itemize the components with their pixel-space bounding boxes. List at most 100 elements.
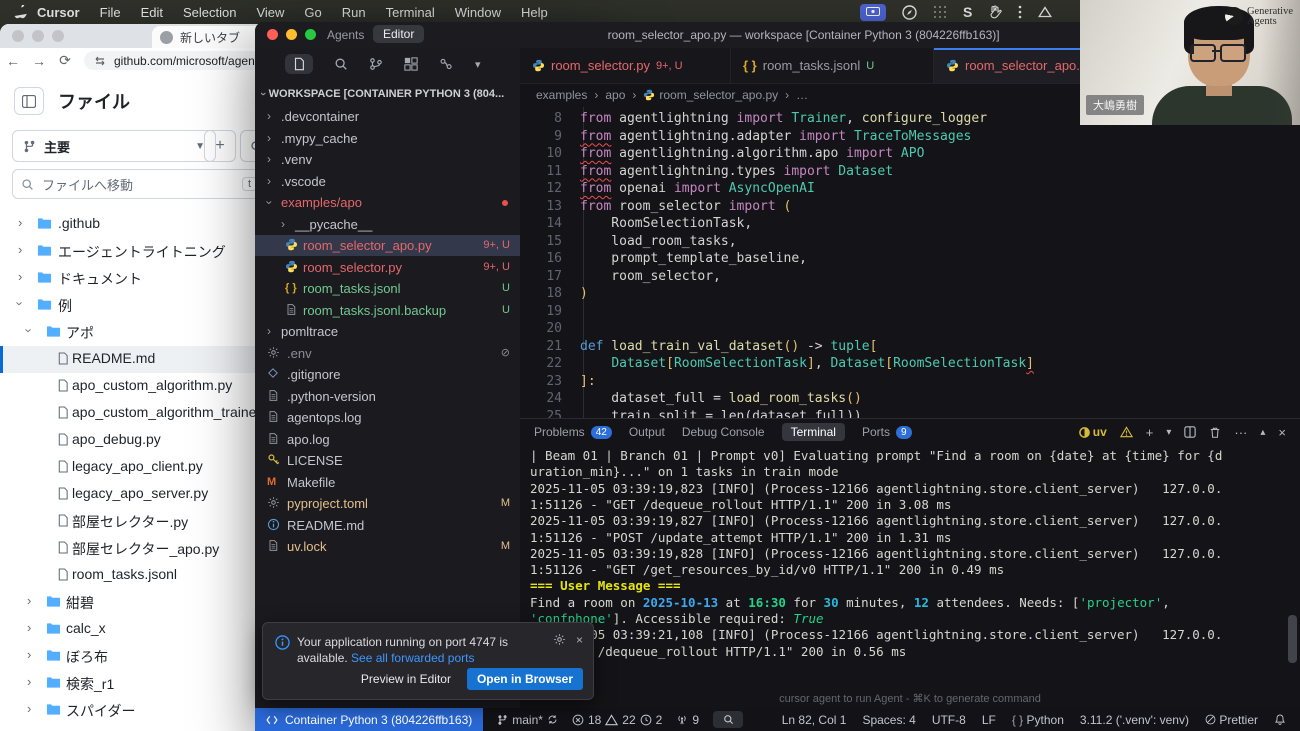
reload-button[interactable]: ⟳ <box>52 52 78 69</box>
source-control-icon[interactable] <box>369 57 383 71</box>
goto-file-input[interactable]: ファイルへ移動 t <box>12 169 266 199</box>
explorer-item-room_selector_apo.py[interactable]: room_selector_apo.py9+, U <box>255 235 520 256</box>
python-interpreter-indicator[interactable]: 3.11.2 ('.venv': venv) <box>1080 713 1189 727</box>
remote-agent-icon[interactable] <box>439 57 454 71</box>
menubar-item-selection[interactable]: Selection <box>183 5 236 20</box>
explorer-item-Makefile[interactable]: MMakefile <box>255 472 520 493</box>
close-window-button[interactable] <box>267 29 278 40</box>
close-window-button[interactable] <box>12 30 24 42</box>
browser-window-controls[interactable] <box>12 30 64 42</box>
dot-grid-icon[interactable] <box>933 5 947 19</box>
notifications-bell-icon[interactable] <box>1274 713 1286 726</box>
encoding-indicator[interactable]: UTF-8 <box>932 713 966 727</box>
explorer-item-room_selector.py[interactable]: room_selector.py9+, U <box>255 257 520 278</box>
statusbar-search-button[interactable] <box>713 711 743 728</box>
files-icon[interactable] <box>285 54 313 74</box>
indentation-indicator[interactable]: Spaces: 4 <box>862 713 915 727</box>
language-indicator[interactable]: { } Python <box>1012 713 1064 727</box>
explorer-item-.env[interactable]: .env⊘ <box>255 343 520 364</box>
forwarded-ports-link[interactable]: See all forwarded ports <box>351 651 474 665</box>
panel-tab-ports[interactable]: Ports9 <box>862 425 912 439</box>
explorer-item-pyproject.toml[interactable]: pyproject.tomlM <box>255 493 520 514</box>
notification-close-icon[interactable]: × <box>576 633 583 647</box>
chevron-down-icon[interactable]: ▾ <box>475 58 481 71</box>
line-col-indicator[interactable]: Ln 82, Col 1 <box>782 713 847 727</box>
explorer-item-agentops.log[interactable]: agentops.log <box>255 407 520 428</box>
explorer-item-.python-version[interactable]: .python-version <box>255 386 520 407</box>
s-logo-icon[interactable]: S <box>963 4 972 20</box>
menubar-item-run[interactable]: Run <box>342 5 366 20</box>
mode-tab-editor[interactable]: Editor <box>373 25 424 43</box>
terminal-scrollbar[interactable] <box>1288 615 1297 663</box>
explorer-item-uv.lock[interactable]: uv.lockM <box>255 536 520 557</box>
panel-tab-terminal[interactable]: Terminal <box>782 423 845 441</box>
hand-icon[interactable] <box>988 5 1002 19</box>
menubar-item-help[interactable]: Help <box>521 5 548 20</box>
explorer-item-.devcontainer[interactable]: ›.devcontainer <box>255 106 520 127</box>
maximize-panel-icon[interactable]: ▴ <box>1260 427 1265 438</box>
vscode-window-controls[interactable] <box>267 29 316 40</box>
triangle-icon[interactable] <box>1038 6 1052 18</box>
formatter-indicator[interactable]: Prettier <box>1205 713 1258 727</box>
panel-tab-output[interactable]: Output <box>629 425 665 439</box>
panel-tab-problems[interactable]: Problems42 <box>534 425 612 439</box>
branch-selector[interactable]: 主要 ▼ <box>12 130 216 162</box>
explorer-item-room_tasks.jsonl.backup[interactable]: room_tasks.jsonl.backupU <box>255 300 520 321</box>
forward-button[interactable]: → <box>26 53 52 69</box>
apple-menu-icon[interactable] <box>14 5 27 20</box>
close-panel-icon[interactable]: × <box>1278 425 1286 440</box>
minimize-window-button[interactable] <box>32 30 44 42</box>
explorer-item-room_tasks.jsonl[interactable]: { }room_tasks.jsonlU <box>255 278 520 299</box>
menubar-item-go[interactable]: Go <box>304 5 321 20</box>
mode-tab-agents[interactable]: Agents <box>327 28 364 42</box>
more-actions-icon[interactable]: ··· <box>1234 425 1247 440</box>
open-in-browser-button[interactable]: Open in Browser <box>467 668 583 690</box>
explorer-item-.venv[interactable]: ›.venv <box>255 149 520 170</box>
uv-env-indicator[interactable]: uv <box>1079 425 1107 439</box>
split-terminal-icon[interactable] <box>1184 426 1196 438</box>
back-button[interactable]: ← <box>0 53 26 69</box>
kill-terminal-icon[interactable] <box>1209 426 1221 439</box>
menubar-item-view[interactable]: View <box>256 5 284 20</box>
breadcrumb-item-room_selector_apo.py[interactable]: room_selector_apo.py <box>643 88 778 102</box>
terminal-output[interactable]: | Beam 01 | Branch 01 | Prompt v0] Evalu… <box>530 448 1294 672</box>
code-editor[interactable]: 8from agentlightning import Trainer, con… <box>520 107 1300 418</box>
explorer-item-.vscode[interactable]: ›.vscode <box>255 171 520 192</box>
eol-indicator[interactable]: LF <box>982 713 996 727</box>
problems-indicator[interactable]: 18 22 2 <box>572 713 662 727</box>
menubar-item-window[interactable]: Window <box>455 5 501 20</box>
editor-tab-room_tasks.jsonl[interactable]: { }room_tasks.jsonlU <box>731 48 934 83</box>
terminal-dropdown-icon[interactable]: ▾ <box>1166 427 1171 438</box>
explorer-item-.gitignore[interactable]: .gitignore <box>255 364 520 385</box>
explorer-item-LICENSE[interactable]: LICENSE <box>255 450 520 471</box>
menubar-item-edit[interactable]: Edit <box>141 5 163 20</box>
remote-indicator[interactable]: Container Python 3 (804226ffb163) <box>255 708 483 731</box>
menubar-item-cursor[interactable]: Cursor <box>37 5 80 20</box>
zoom-window-button[interactable] <box>305 29 316 40</box>
preview-in-editor-button[interactable]: Preview in Editor <box>355 669 457 689</box>
explorer-item-examples/apo[interactable]: ›examples/apo <box>255 192 520 213</box>
explorer-item-pomltrace[interactable]: ›pomltrace <box>255 321 520 342</box>
more-dots-icon[interactable] <box>1018 5 1022 19</box>
screen-share-icon[interactable] <box>860 4 886 21</box>
panel-tab-debug-console[interactable]: Debug Console <box>682 425 765 439</box>
breadcrumb-item-…[interactable]: … <box>796 88 808 102</box>
branch-indicator[interactable]: main* <box>497 713 558 727</box>
new-terminal-icon[interactable]: + <box>1146 425 1154 440</box>
breadcrumb-item-examples[interactable]: examples <box>536 88 587 102</box>
compass-icon[interactable] <box>902 5 917 20</box>
collapse-panel-icon[interactable] <box>14 87 44 115</box>
workspace-header[interactable]: ›WORKSPACE [CONTAINER PYTHON 3 (804... <box>261 88 513 100</box>
add-file-button[interactable]: + <box>204 130 236 162</box>
minimize-window-button[interactable] <box>286 29 297 40</box>
extensions-icon[interactable] <box>404 57 418 71</box>
editor-tab-room_selector.py[interactable]: room_selector.py9+, U <box>520 48 731 83</box>
explorer-item-__pycache__[interactable]: ›__pycache__ <box>255 214 520 235</box>
explorer-item-.mypy_cache[interactable]: ›.mypy_cache <box>255 128 520 149</box>
ports-indicator[interactable]: 9 <box>676 713 699 727</box>
site-info-icon[interactable] <box>94 55 106 67</box>
breadcrumb-item-apo[interactable]: apo <box>605 88 625 102</box>
menubar-item-terminal[interactable]: Terminal <box>386 5 435 20</box>
notification-settings-icon[interactable] <box>553 633 566 647</box>
search-icon[interactable] <box>334 57 348 71</box>
